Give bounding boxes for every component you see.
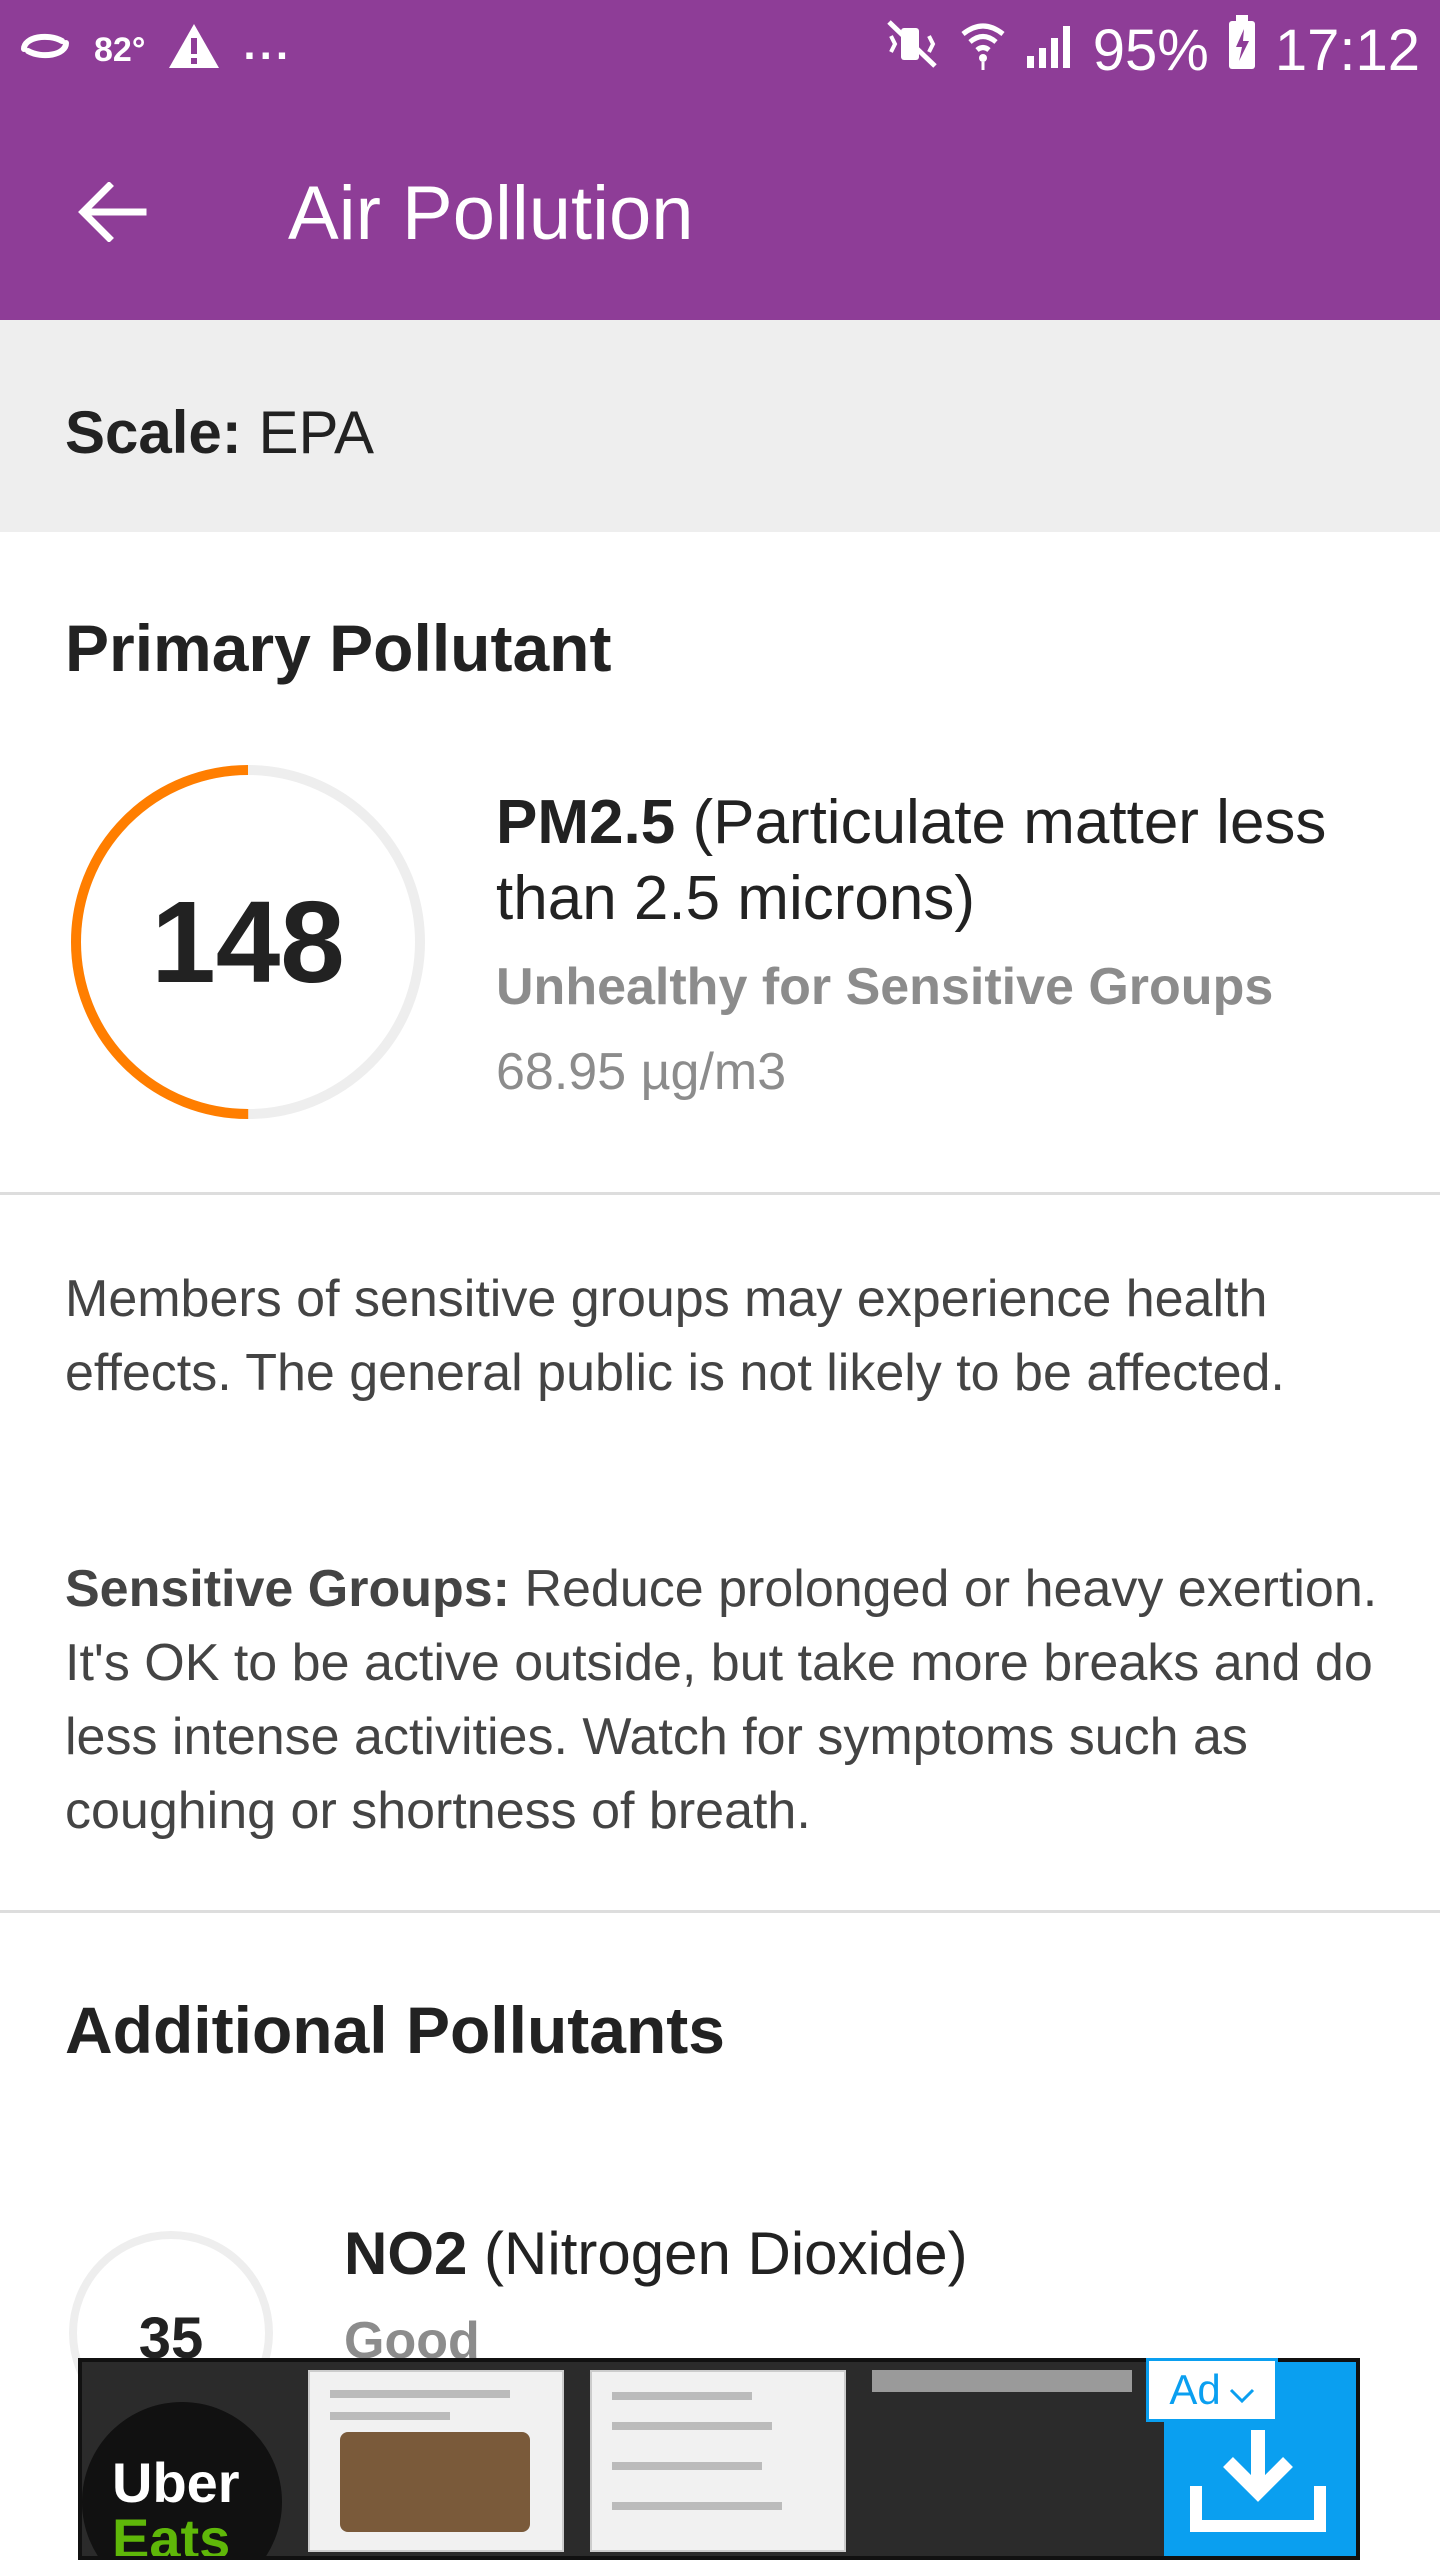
sensitive-groups-advice: Sensitive Groups: Reduce prolonged or he… bbox=[65, 1552, 1395, 1848]
back-button[interactable] bbox=[62, 164, 162, 264]
temperature-indicator: 82° bbox=[94, 30, 146, 69]
health-description: Members of sensitive groups may experien… bbox=[65, 1270, 1285, 1402]
sync-icon bbox=[18, 29, 72, 72]
primary-concentration: 68.95 µg/m3 bbox=[496, 1043, 787, 1101]
primary-pollutant-heading: Primary Pollutant bbox=[65, 611, 612, 685]
primary-pollutant-name: PM2.5 (Particulate matter less than 2.5 … bbox=[496, 785, 1396, 937]
pollutant-code: PM2.5 bbox=[496, 788, 676, 857]
more-notifications-indicator: ... bbox=[243, 20, 293, 69]
arrow-left-icon bbox=[77, 180, 147, 247]
chevron-down-icon bbox=[1229, 2366, 1255, 2414]
primary-aqi-value: 148 bbox=[151, 877, 345, 1007]
primary-category: Unhealthy for Sensitive Groups bbox=[496, 958, 1274, 1016]
pollutant-code: NO2 bbox=[344, 2220, 468, 2287]
vibrate-mute-icon bbox=[885, 17, 941, 84]
logo-line-2: Eats bbox=[112, 2507, 231, 2560]
battery-percent: 95% bbox=[1092, 17, 1209, 83]
clock: 17:12 bbox=[1274, 17, 1420, 83]
app-bar: Air Pollution bbox=[0, 104, 1440, 320]
warning-triangle-icon bbox=[167, 22, 221, 79]
pollutant-full-name: (Nitrogen Dioxide) bbox=[484, 2220, 968, 2287]
advice-label: Sensitive Groups: bbox=[65, 1560, 510, 1618]
ad-screenshot bbox=[872, 2370, 1132, 2392]
uber-eats-logo: Uber Eats bbox=[82, 2402, 282, 2560]
ad-badge-label: Ad bbox=[1169, 2366, 1221, 2413]
status-bar: 82° ... 95% 17:12 bbox=[0, 0, 1440, 104]
divider bbox=[0, 1192, 1440, 1195]
ad-screenshot bbox=[590, 2370, 846, 2552]
no2-pollutant-name: NO2 (Nitrogen Dioxide) bbox=[344, 2218, 968, 2290]
scale-row: Scale: EPA bbox=[0, 320, 1440, 532]
scale-text: Scale: EPA bbox=[65, 398, 374, 468]
scale-label: Scale: bbox=[65, 399, 242, 466]
download-icon bbox=[1188, 2426, 1328, 2541]
battery-charging-icon bbox=[1227, 15, 1257, 85]
divider bbox=[0, 1910, 1440, 1913]
ad-screenshot bbox=[308, 2370, 564, 2552]
scale-value: EPA bbox=[258, 399, 375, 466]
additional-pollutants-heading: Additional Pollutants bbox=[65, 1993, 725, 2067]
food-image bbox=[340, 2432, 530, 2532]
wifi-icon bbox=[959, 17, 1007, 84]
page-title: Air Pollution bbox=[288, 171, 694, 256]
cell-signal-icon bbox=[1025, 17, 1075, 84]
ad-badge[interactable]: Ad bbox=[1146, 2358, 1278, 2422]
